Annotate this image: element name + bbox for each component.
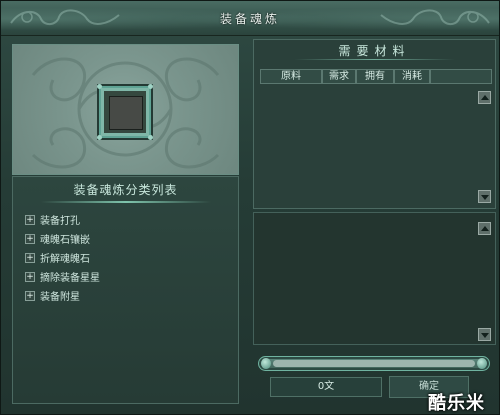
category-item-punch[interactable]: + 装备打孔: [25, 210, 100, 229]
slot-corner-gem-icon: [148, 84, 153, 89]
materials-divider: [294, 59, 455, 60]
category-list-header: 装备魂炼分类列表: [73, 183, 178, 197]
soul-refine-window: 装备魂炼 装备魂炼分类列表 + 装备打孔 + 魂魄石镶嵌 + 折解魂魄石 + 摘…: [0, 0, 500, 415]
info-scroll-down-button[interactable]: [478, 328, 491, 341]
arrow-down-icon: [481, 195, 489, 200]
required-materials-panel: 需要材料 原料 需求 拥有 消耗: [253, 39, 496, 209]
window-title: 装备魂炼: [219, 12, 280, 26]
materials-title: 需要材料: [338, 44, 411, 58]
category-item-label: 折解魂魄石: [40, 254, 90, 265]
category-item-label: 摘除装备星星: [40, 273, 100, 284]
category-item-disassemble[interactable]: + 折解魂魄石: [25, 248, 100, 267]
arrow-up-icon: [481, 95, 489, 100]
header-divider: [41, 201, 211, 203]
equipment-slot[interactable]: [97, 84, 153, 140]
cost-display: 0文: [270, 377, 382, 397]
column-header-consumed[interactable]: 消耗: [394, 69, 430, 84]
column-header-required[interactable]: 需求: [322, 69, 356, 84]
category-item-inlay[interactable]: + 魂魄石镶嵌: [25, 229, 100, 248]
progress-cap-right-icon: [477, 358, 487, 369]
title-bar[interactable]: 装备魂炼: [1, 1, 499, 36]
slot-corner-gem-icon: [97, 135, 102, 140]
equipment-slot-inner: [109, 96, 143, 130]
column-header-material[interactable]: 原料: [260, 69, 322, 84]
materials-scroll-down-button[interactable]: [478, 190, 491, 203]
info-panel: [253, 212, 496, 345]
arrow-up-icon: [481, 226, 489, 231]
category-item-label: 装备打孔: [40, 216, 80, 227]
category-list: + 装备打孔 + 魂魄石镶嵌 + 折解魂魄石 + 摘除装备星星 + 装备附星: [25, 210, 100, 305]
materials-scroll-up-button[interactable]: [478, 91, 491, 104]
category-item-label: 装备附星: [40, 292, 80, 303]
column-header-blank: [430, 69, 492, 84]
progress-bar: [258, 356, 490, 371]
category-item-add-star[interactable]: + 装备附星: [25, 286, 100, 305]
slot-corner-gem-icon: [148, 135, 153, 140]
arrow-down-icon: [481, 333, 489, 338]
info-scroll-up-button[interactable]: [478, 222, 491, 235]
category-item-label: 魂魄石镶嵌: [40, 235, 90, 246]
slot-corner-gem-icon: [97, 84, 102, 89]
expand-plus-icon[interactable]: +: [25, 233, 35, 244]
expand-plus-icon[interactable]: +: [25, 252, 35, 263]
category-item-remove-stars[interactable]: + 摘除装备星星: [25, 267, 100, 286]
expand-plus-icon[interactable]: +: [25, 290, 35, 301]
expand-plus-icon[interactable]: +: [25, 214, 35, 225]
category-list-panel: 装备魂炼分类列表 + 装备打孔 + 魂魄石镶嵌 + 折解魂魄石 + 摘除装备星星…: [12, 176, 239, 404]
column-header-owned[interactable]: 拥有: [356, 69, 394, 84]
materials-table-header: 原料 需求 拥有 消耗: [260, 69, 492, 84]
progress-track: [273, 360, 475, 367]
progress-cap-left-icon: [261, 358, 271, 369]
watermark-logo: 酷乐米: [428, 393, 485, 414]
expand-plus-icon[interactable]: +: [25, 271, 35, 282]
